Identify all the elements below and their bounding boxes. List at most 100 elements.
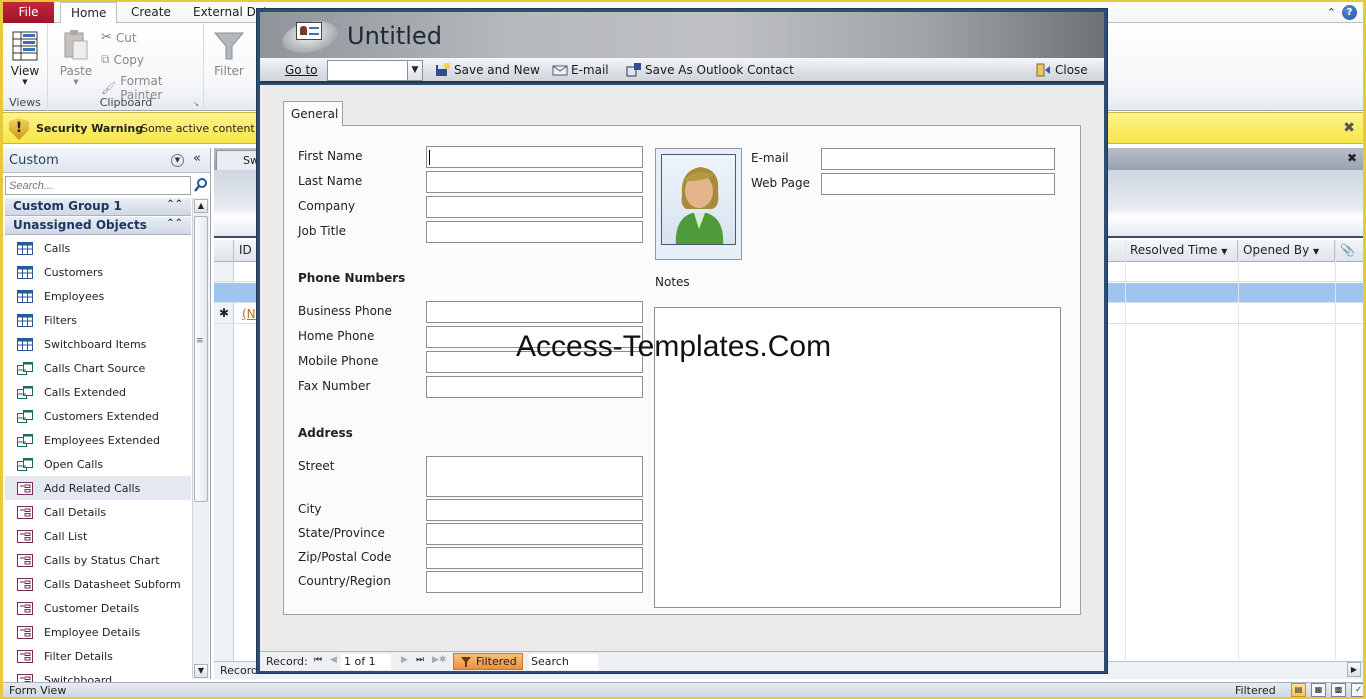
- tab-home[interactable]: Home: [60, 2, 118, 24]
- tab-create[interactable]: Create: [121, 2, 181, 23]
- country-region-field[interactable]: [426, 571, 643, 593]
- email-button[interactable]: E-mail: [552, 63, 609, 77]
- dialog-launcher-icon[interactable]: ↘: [193, 100, 199, 108]
- scroll-right-icon[interactable]: ▶: [1347, 662, 1361, 677]
- nav-item-label: Employee Details: [44, 625, 141, 639]
- nav-item-filter-details[interactable]: Filter Details: [5, 644, 191, 668]
- nav-item-label: Employees: [44, 289, 105, 303]
- design-view-icon[interactable]: ✓: [1351, 683, 1363, 697]
- fax-number-field[interactable]: [426, 376, 643, 398]
- record-search-box[interactable]: Search: [529, 654, 598, 670]
- layout-view-icon[interactable]: ▩: [1331, 683, 1346, 697]
- goto-combobox[interactable]: ▼: [327, 60, 423, 81]
- column-header-opened-by[interactable]: Opened By ▼: [1238, 240, 1335, 262]
- nav-item-label: Add Related Calls: [44, 481, 141, 495]
- nav-item-label: Calls Datasheet Subform: [44, 577, 181, 591]
- save-and-new-button[interactable]: Save and New: [435, 63, 540, 77]
- copy-button[interactable]: ⧉ Copy: [101, 52, 144, 67]
- nav-item-employees[interactable]: Employees: [5, 284, 191, 308]
- nav-group-unassigned-objects[interactable]: Unassigned Objects ⌃⌃: [5, 217, 191, 235]
- city-field[interactable]: [426, 499, 643, 521]
- search-icon[interactable]: [194, 177, 208, 193]
- nav-item-calls-by-status-chart[interactable]: Calls by Status Chart: [5, 548, 191, 572]
- nav-item-label: Calls by Status Chart: [44, 553, 160, 567]
- nav-item-employee-details[interactable]: Employee Details: [5, 620, 191, 644]
- next-record-icon[interactable]: ▶: [401, 655, 408, 665]
- status-view-label: Form View: [9, 684, 67, 697]
- nav-item-calls-chart-source[interactable]: Calls Chart Source: [5, 356, 191, 380]
- nav-search-input[interactable]: [5, 176, 191, 195]
- table-icon: [17, 289, 33, 303]
- street-field[interactable]: [426, 456, 643, 497]
- mobile-phone-label: Mobile Phone: [298, 354, 379, 368]
- zip-postal-code-field[interactable]: [426, 547, 643, 569]
- current-record-field[interactable]: 1 of 1: [341, 654, 391, 670]
- web-page-field[interactable]: [821, 173, 1055, 195]
- contact-photo-attachment[interactable]: [655, 148, 742, 260]
- nav-item-customers[interactable]: Customers: [5, 260, 191, 284]
- column-header-attachments[interactable]: 📎: [1335, 240, 1363, 262]
- minimize-ribbon-icon[interactable]: ⌃: [1327, 6, 1336, 19]
- nav-menu-dropdown-icon[interactable]: ▼: [171, 154, 184, 167]
- last-record-icon[interactable]: ⏭: [416, 655, 424, 665]
- form-icon: [17, 649, 33, 663]
- record-label: Record: [220, 664, 259, 677]
- chevron-down-icon[interactable]: ▼: [407, 61, 422, 80]
- paperclip-icon: 📎: [1340, 243, 1355, 257]
- filter-button[interactable]: Filter: [211, 31, 247, 78]
- new-record-icon[interactable]: ▶✱: [432, 655, 446, 665]
- nav-item-label: Calls: [44, 241, 71, 255]
- last-name-field[interactable]: [426, 171, 643, 193]
- nav-item-calls-extended[interactable]: Calls Extended: [5, 380, 191, 404]
- first-name-field[interactable]: [426, 146, 643, 168]
- nav-item-calls[interactable]: Calls: [5, 236, 191, 260]
- first-record-icon[interactable]: ⏮: [314, 655, 322, 665]
- query-icon: [17, 385, 33, 399]
- tab-file[interactable]: File: [3, 2, 54, 23]
- nav-item-filters[interactable]: Filters: [5, 308, 191, 332]
- state-province-field[interactable]: [426, 523, 643, 545]
- scroll-thumb[interactable]: [194, 216, 208, 502]
- nav-item-calls-datasheet-subform[interactable]: Calls Datasheet Subform: [5, 572, 191, 596]
- cut-button[interactable]: ✂ Cut: [101, 30, 137, 45]
- grid-line: [1238, 240, 1239, 660]
- popup-body: General First Name Last Name Company Job…: [260, 85, 1104, 651]
- column-header-resolved-time[interactable]: Resolved Time ▼: [1125, 240, 1238, 262]
- job-title-field[interactable]: [426, 221, 643, 243]
- help-icon[interactable]: ?: [1342, 5, 1357, 20]
- previous-record-icon[interactable]: ◀: [330, 655, 337, 665]
- business-phone-field[interactable]: [426, 301, 643, 323]
- nav-item-switchboard-items[interactable]: Switchboard Items: [5, 332, 191, 356]
- close-document-icon[interactable]: ✖: [1347, 151, 1357, 165]
- tab-general[interactable]: General: [283, 101, 343, 126]
- nav-item-customers-extended[interactable]: Customers Extended: [5, 404, 191, 428]
- nav-item-add-related-calls[interactable]: Add Related Calls: [5, 476, 191, 500]
- filter-toggle-button[interactable]: Filtered: [453, 653, 523, 670]
- nav-scrollbar[interactable]: ▲ ≡ ▼: [192, 198, 209, 679]
- paste-button[interactable]: Paste ▼: [59, 29, 93, 86]
- grip-icon: ≡: [196, 336, 204, 346]
- nav-group-custom-group-1[interactable]: Custom Group 1 ⌃⌃: [5, 198, 191, 216]
- nav-item-call-details[interactable]: Call Details: [5, 500, 191, 524]
- close-security-bar-icon[interactable]: ✖: [1343, 120, 1355, 136]
- email-field[interactable]: [821, 148, 1055, 170]
- nav-item-call-list[interactable]: Call List: [5, 524, 191, 548]
- select-all-corner[interactable]: [214, 240, 234, 262]
- save-as-outlook-contact-button[interactable]: Save As Outlook Contact: [626, 63, 794, 77]
- nav-pane-title[interactable]: Custom: [9, 153, 59, 168]
- company-field[interactable]: [426, 196, 643, 218]
- close-button[interactable]: Close: [1036, 63, 1088, 77]
- nav-item-customer-details[interactable]: Customer Details: [5, 596, 191, 620]
- scroll-up-icon[interactable]: ▲: [194, 199, 208, 213]
- view-button[interactable]: View ▼: [9, 31, 41, 86]
- datasheet-view-icon[interactable]: ▦: [1311, 683, 1326, 697]
- funnel-icon: [214, 32, 244, 60]
- nav-item-employees-extended[interactable]: Employees Extended: [5, 428, 191, 452]
- scroll-down-icon[interactable]: ▼: [194, 664, 208, 678]
- popup-record-navigator: Record: ⏮ ◀ 1 of 1 ▶ ⏭ ▶✱ Filtered Searc…: [260, 651, 1104, 671]
- group-label: Custom Group 1: [13, 199, 122, 213]
- shutter-bar-close-icon[interactable]: «: [193, 151, 201, 166]
- form-view-icon[interactable]: ▤: [1291, 683, 1306, 697]
- table-icon: [17, 241, 33, 255]
- nav-item-open-calls[interactable]: Open Calls: [5, 452, 191, 476]
